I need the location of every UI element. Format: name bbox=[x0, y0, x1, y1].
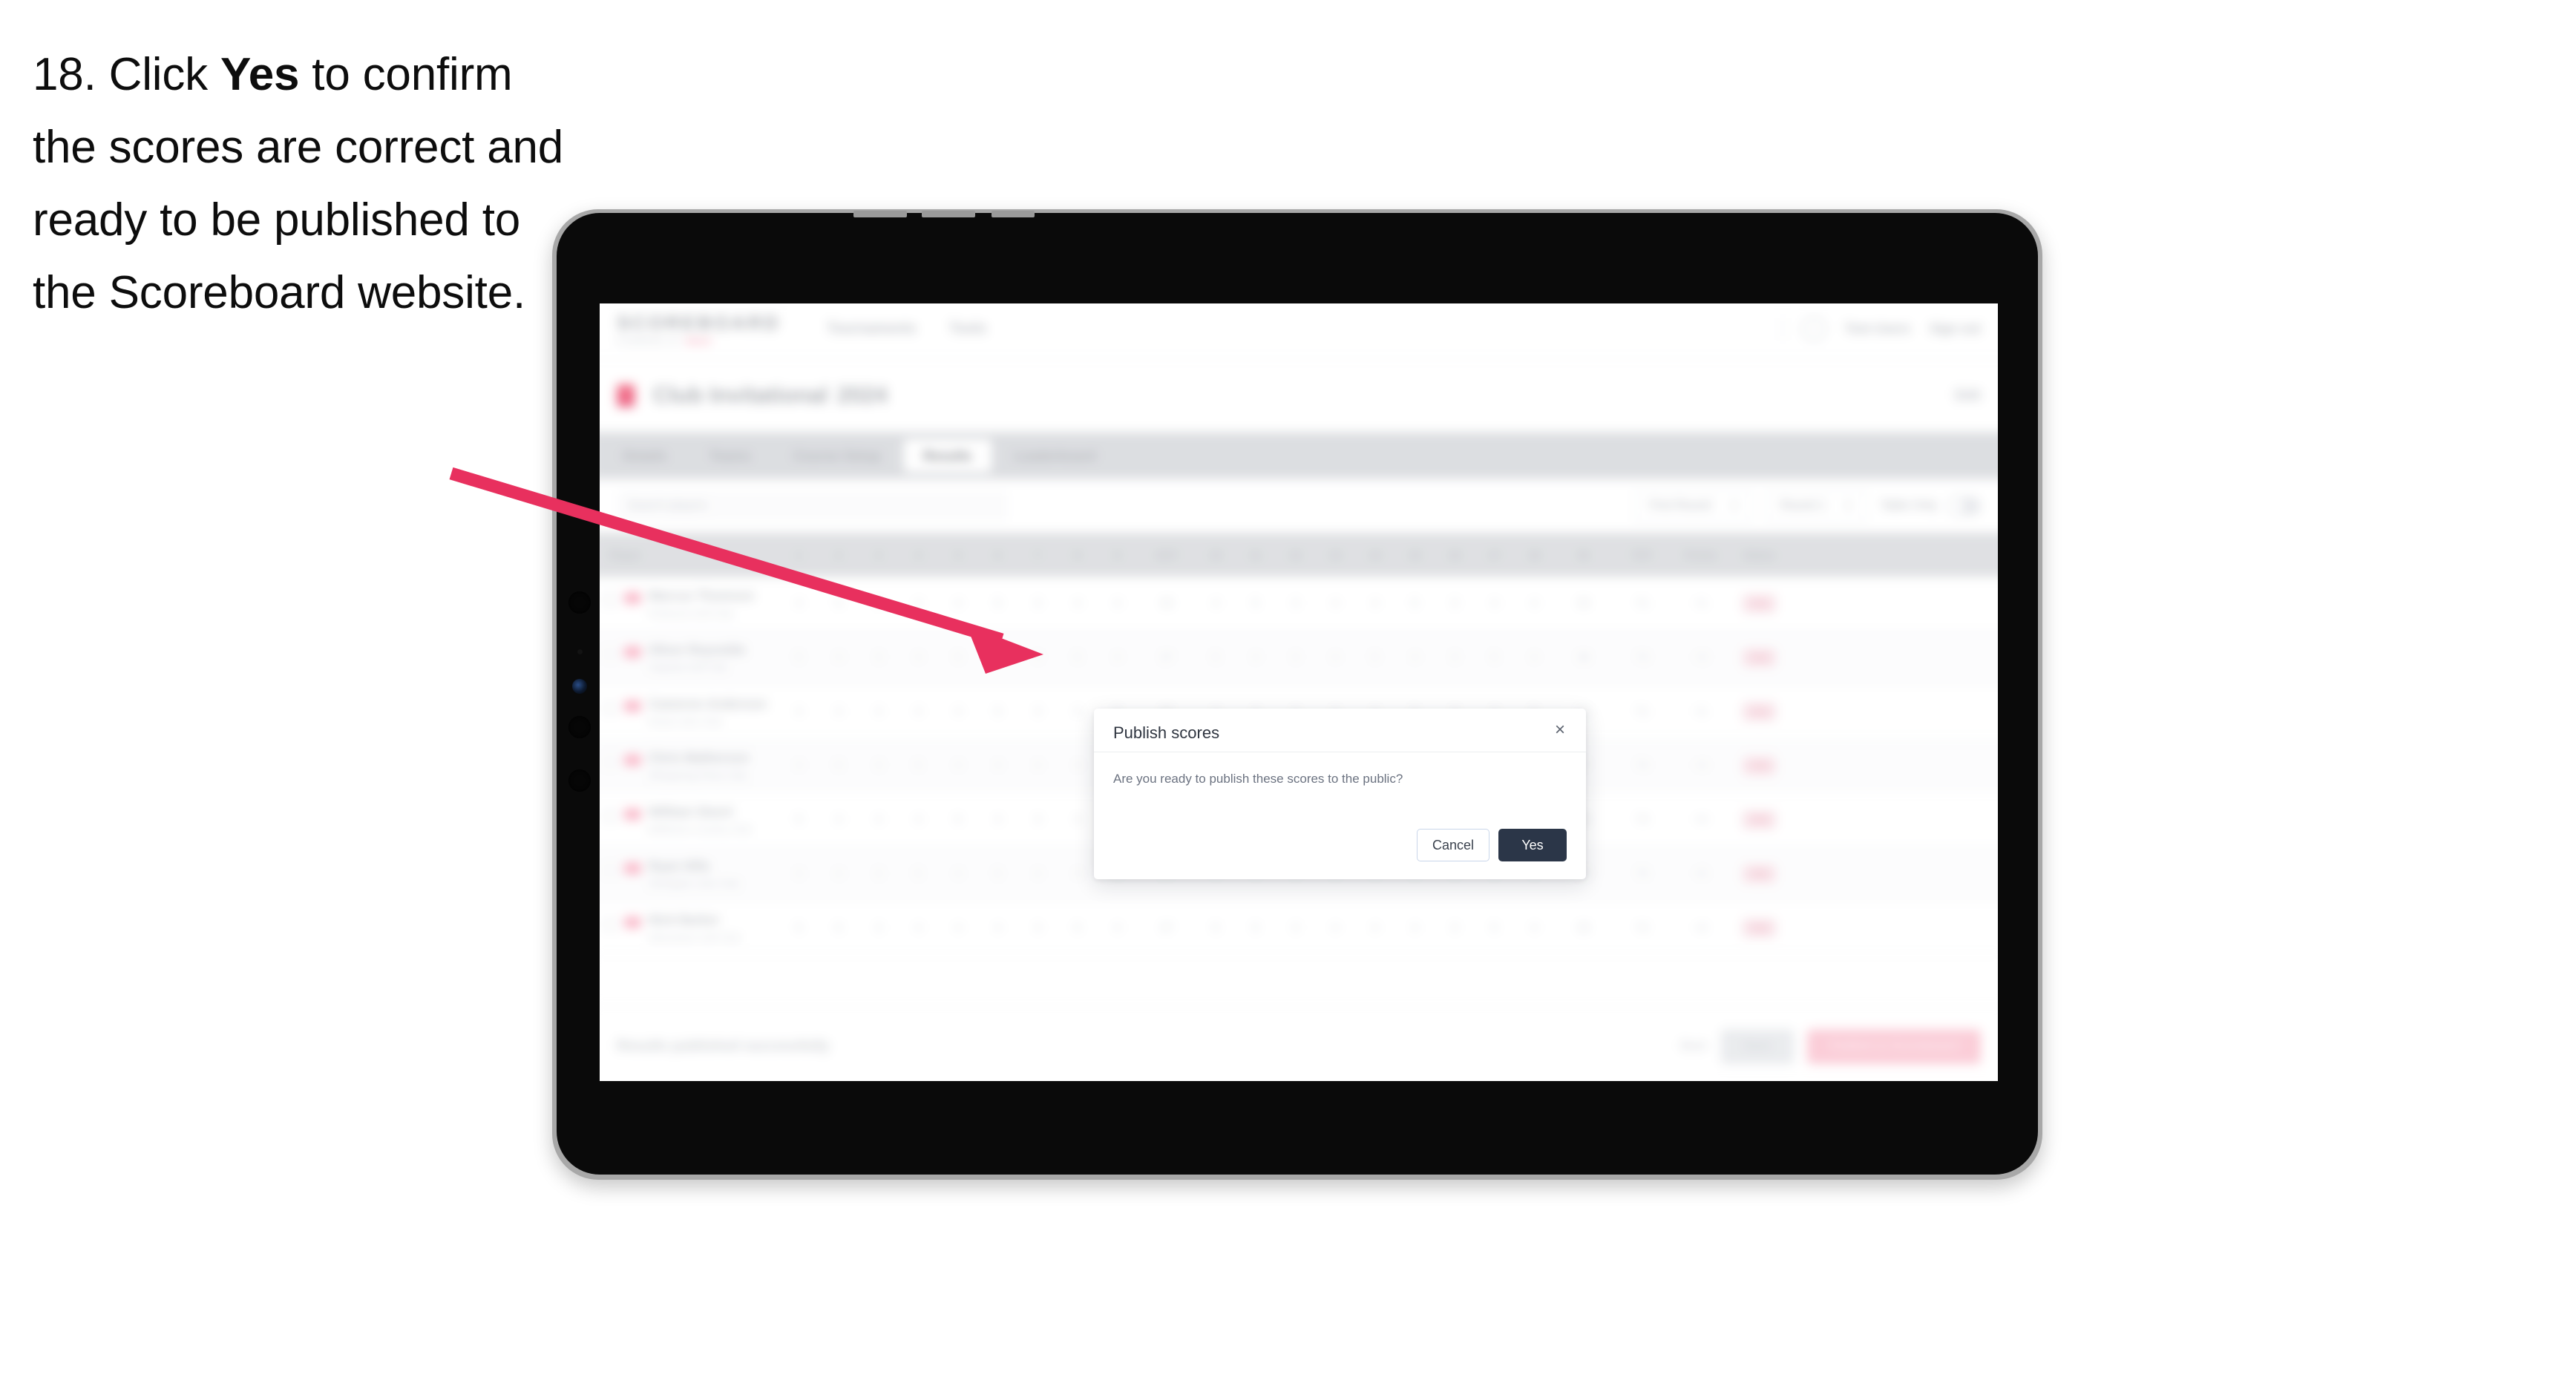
tablet-body: SCOREBOARD POWERED BY GOLF Tournaments T… bbox=[557, 211, 2038, 1175]
secondary-camera-icon bbox=[568, 716, 591, 738]
dialog-actions: Cancel Yes bbox=[1416, 829, 1567, 861]
dialog-header: Publish scores × bbox=[1094, 709, 1586, 752]
power-button[interactable] bbox=[992, 211, 1035, 217]
tertiary-camera-icon bbox=[568, 769, 591, 792]
close-icon[interactable]: × bbox=[1550, 720, 1570, 740]
ambient-sensor-icon bbox=[577, 649, 583, 654]
tablet-screen: SCOREBOARD POWERED BY GOLF Tournaments T… bbox=[600, 303, 1998, 1081]
dialog-message: Are you ready to publish these scores to… bbox=[1113, 772, 1403, 786]
instruction-before-bold: Click bbox=[96, 49, 220, 100]
dialog-body: Are you ready to publish these scores to… bbox=[1094, 752, 1586, 789]
yes-button[interactable]: Yes bbox=[1498, 829, 1567, 861]
publish-scores-dialog: Publish scores × Are you ready to publis… bbox=[1094, 709, 1586, 879]
instruction-text: 18. Click Yes to confirm the scores are … bbox=[33, 39, 574, 329]
cancel-button[interactable]: Cancel bbox=[1416, 829, 1489, 861]
depth-camera-icon bbox=[572, 679, 587, 694]
instruction-bold-yes: Yes bbox=[220, 49, 300, 100]
volume-up-button[interactable] bbox=[853, 211, 907, 217]
front-camera-icon bbox=[568, 591, 591, 614]
dialog-title: Publish scores bbox=[1113, 723, 1220, 742]
step-number: 18. bbox=[33, 49, 96, 100]
modal-backdrop[interactable] bbox=[600, 303, 1998, 1081]
tablet-device: SCOREBOARD POWERED BY GOLF Tournaments T… bbox=[552, 209, 2042, 1180]
volume-down-button[interactable] bbox=[922, 211, 975, 217]
page-root: 18. Click Yes to confirm the scores are … bbox=[0, 0, 2576, 1386]
